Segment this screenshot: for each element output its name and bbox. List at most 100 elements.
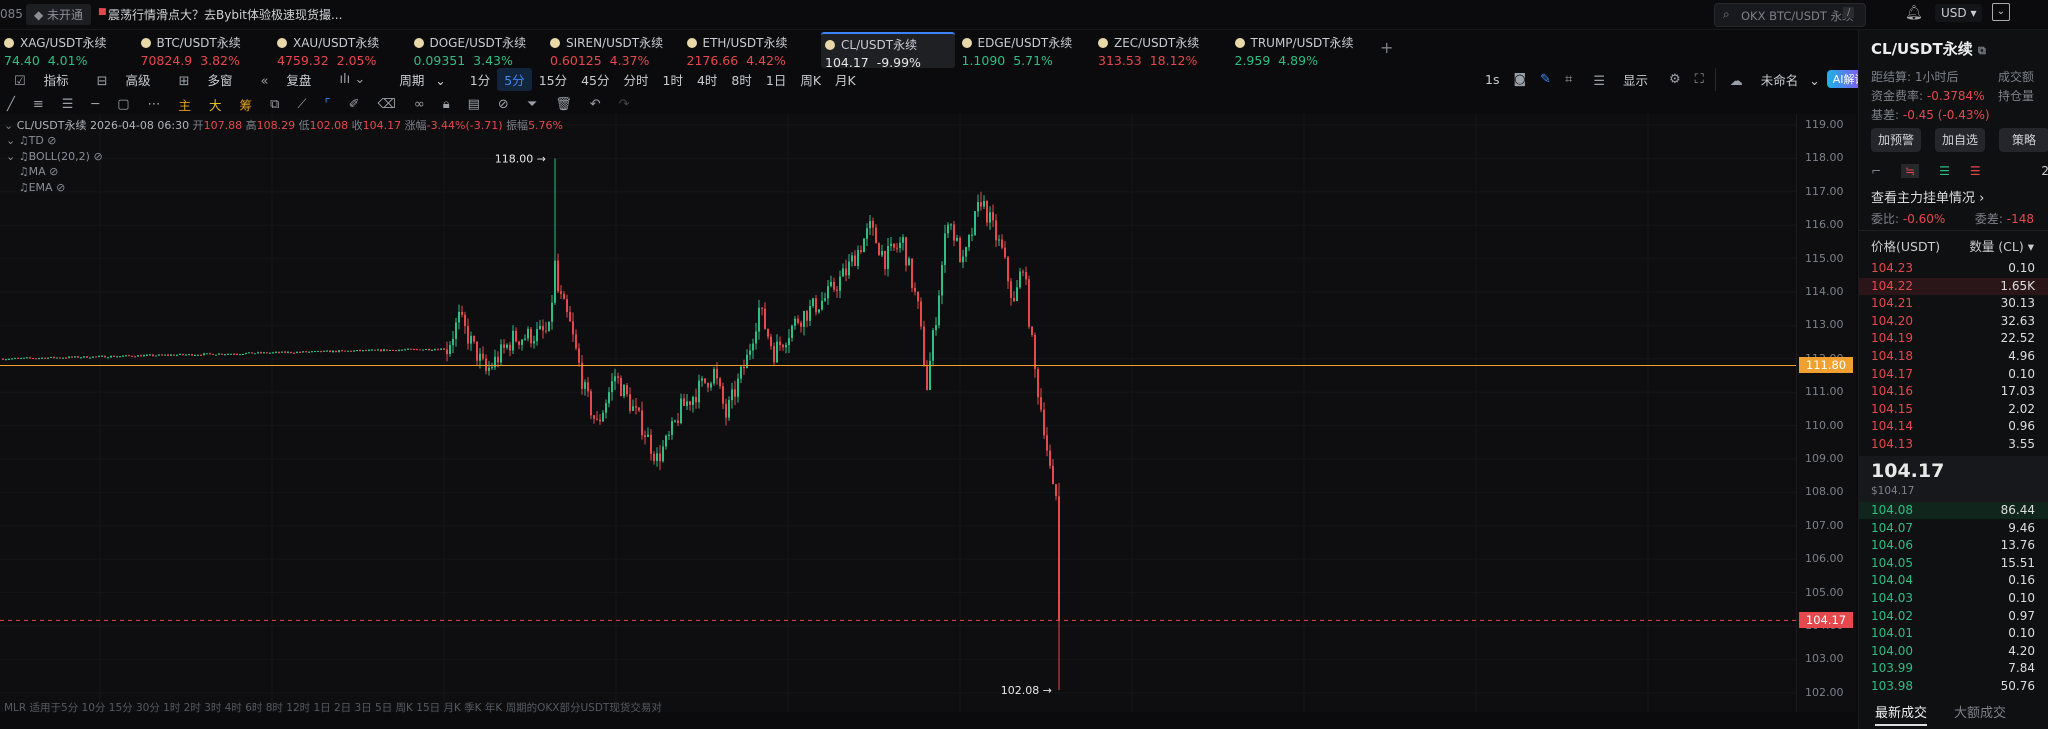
interval-3[interactable]: 45分: [574, 68, 616, 91]
currency-select[interactable]: USD ▾: [1935, 4, 1983, 22]
bid-row[interactable]: 104.04 0.16: [1859, 572, 2048, 589]
add-watchlist-button[interactable]: 加自选: [1935, 128, 1985, 152]
advanced-button[interactable]: ⊟ 高级: [83, 68, 165, 91]
indicator-legend[interactable]: ⌄ ♫MA ⊘: [6, 165, 59, 178]
ticker-tab[interactable]: TRUMP/USDT永续 2.959 4.89%: [1231, 32, 1358, 68]
bid-row[interactable]: 104.08 86.44: [1859, 502, 2048, 519]
layout-name-select[interactable]: ☁ 未命名 ⌄: [1714, 67, 1827, 91]
ask-row[interactable]: 104.16 17.03: [1859, 383, 2048, 400]
chart-type-button[interactable]: ılı ⌄: [325, 69, 379, 89]
chips-button[interactable]: 筹: [233, 93, 260, 116]
link-tool-icon[interactable]: ⊘: [491, 95, 516, 114]
magnet-tool-icon[interactable]: ∞: [407, 95, 432, 114]
bid-row[interactable]: 104.05 15.51: [1859, 555, 2048, 572]
line-tool-icon[interactable]: ╱: [0, 95, 22, 114]
book-both-icon[interactable]: ≒: [1901, 164, 1920, 178]
ticker-tab[interactable]: ZEC/USDT永续 313.53 18.12%: [1094, 32, 1203, 68]
bid-row[interactable]: 103.99 7.84: [1859, 660, 2048, 677]
fullscreen-icon[interactable]: ⛶: [1688, 70, 1711, 89]
ticker-tab[interactable]: BTC/USDT永续 70824.9 3.82%: [137, 32, 245, 68]
bid-row[interactable]: 104.06 13.76: [1859, 537, 2048, 554]
ticker-tab[interactable]: CL/USDT永续 104.17 -9.99%: [821, 32, 955, 70]
tab-large-trades[interactable]: 大额成交: [1954, 702, 2006, 721]
note-tool-icon[interactable]: ▤: [461, 95, 487, 114]
settings-icon[interactable]: ⚙: [1662, 70, 1688, 89]
search-input[interactable]: ⌕ OKX BTC/USDT 永续 /: [1714, 3, 1866, 27]
bell-icon[interactable]: 🔔︎: [1905, 5, 1923, 21]
hline-tool-icon[interactable]: ☰: [55, 95, 81, 114]
add-tab-button[interactable]: +: [1380, 38, 1393, 57]
alert-price-label[interactable]: 111.80: [1799, 357, 1853, 374]
last-price-label[interactable]: 104.17: [1799, 612, 1853, 629]
ticker-tab[interactable]: EDGE/USDT永续 1.1090 5.71%: [958, 32, 1077, 68]
news-link[interactable]: 震荡行情滑点大？去Bybit体验极速现货撮...: [108, 6, 342, 23]
ray-tool-icon[interactable]: ─: [84, 95, 106, 114]
layout-icon[interactable]: ⌗: [1558, 70, 1579, 89]
main-force-button[interactable]: 主: [172, 93, 199, 116]
bid-row[interactable]: 104.03 0.10: [1859, 590, 2048, 607]
pen-icon[interactable]: ✎: [1533, 70, 1558, 89]
eye-off-icon[interactable]: ⊘: [47, 134, 56, 147]
interval-2[interactable]: 15分: [532, 68, 574, 91]
cursor-tool-icon[interactable]: ⌜: [317, 95, 337, 114]
strategy-button[interactable]: 策略: [1999, 128, 2048, 152]
ask-row[interactable]: 104.22 1.65K: [1859, 277, 2048, 295]
replay-button[interactable]: « 复盘: [246, 68, 325, 91]
delete-tool-icon[interactable]: 🗑︎: [548, 95, 579, 114]
ask-row[interactable]: 104.23 0.10: [1859, 260, 2048, 277]
rect-tool-icon[interactable]: ▢: [110, 95, 136, 114]
col-qty-header[interactable]: 数量 (CL) ▾: [1969, 236, 2034, 255]
book-bids-icon[interactable]: ☰: [1939, 164, 1950, 178]
ask-row[interactable]: 104.13 3.55: [1859, 436, 2048, 453]
main-orders-link[interactable]: 查看主力挂单情况 ›: [1871, 187, 1984, 206]
ticker-tab[interactable]: XAG/USDT永续 74.40 4.01%: [0, 32, 111, 68]
tab-latest-trades[interactable]: 最新成交: [1875, 702, 1928, 726]
book-view-icon[interactable]: ⌐: [1871, 164, 1881, 178]
ask-row[interactable]: 104.15 2.02: [1859, 401, 2048, 418]
eye-off-icon[interactable]: ⊘: [49, 165, 58, 178]
ask-row[interactable]: 104.17 0.10: [1859, 366, 2048, 383]
undo-icon[interactable]: ↶: [583, 95, 608, 114]
ticker-tab[interactable]: ETH/USDT永续 2176.66 4.42%: [683, 32, 792, 68]
bid-row[interactable]: 104.02 0.97: [1859, 608, 2048, 625]
big-order-button[interactable]: 大: [202, 93, 229, 116]
interval-6[interactable]: 4时: [690, 68, 724, 91]
ask-row[interactable]: 104.14 0.96: [1859, 418, 2048, 435]
collapse-icon[interactable]: ⌄: [4, 119, 13, 132]
interval-0[interactable]: 1分: [463, 68, 497, 91]
ticker-tab[interactable]: XAU/USDT永续 4759.32 2.05%: [273, 32, 383, 68]
ask-row[interactable]: 104.18 4.96: [1859, 348, 2048, 365]
price-axis[interactable]: 119.00 118.00 117.00 116.00 115.00 114.00 113.…: [1796, 114, 1856, 712]
candlestick-chart[interactable]: 118.00 → 102.08 → ⌄ CL/USDT永续 2026-04-08 …: [0, 114, 1796, 714]
interval-9[interactable]: 周K: [793, 68, 828, 91]
ask-row[interactable]: 104.21 30.13: [1859, 295, 2048, 312]
indicators-button[interactable]: ☑ 指标: [0, 68, 83, 91]
copy-tool-icon[interactable]: ⧉: [263, 95, 286, 114]
ticker-tab[interactable]: DOGE/USDT永续 0.09351 3.43%: [410, 32, 531, 68]
book-asks-icon[interactable]: ☰: [1970, 164, 1981, 178]
indicator-legend[interactable]: ⌄ ♫BOLL(20,2) ⊘: [6, 150, 103, 163]
interval-7[interactable]: 8时: [724, 68, 758, 91]
lock-tool-icon[interactable]: 🔒︎: [436, 95, 457, 114]
camera-icon[interactable]: ◙: [1506, 70, 1533, 89]
period-select[interactable]: 周期 ⌄: [385, 68, 452, 91]
interval-1[interactable]: 5分: [497, 67, 532, 91]
eye-off-icon[interactable]: ⊘: [56, 181, 65, 194]
collapse-icon[interactable]: ⌄: [6, 134, 15, 147]
ticker-tab[interactable]: SIREN/USDT永续 0.60125 4.37%: [546, 32, 667, 68]
status-badge[interactable]: ◆ 未开通: [26, 4, 92, 25]
ask-row[interactable]: 104.20 32.63: [1859, 313, 2048, 330]
more-tools-icon[interactable]: ⋯: [141, 95, 168, 114]
indicator-legend[interactable]: ⌄ ♫TD ⊘: [6, 134, 57, 147]
indicator-legend[interactable]: ⌄ ♫EMA ⊘: [6, 181, 66, 194]
bid-row[interactable]: 104.01 0.10: [1859, 625, 2048, 642]
ask-row[interactable]: 104.19 22.52: [1859, 330, 2048, 347]
bid-row[interactable]: 104.00 4.20: [1859, 643, 2048, 660]
depth-step[interactable]: 2: [2041, 164, 2048, 178]
interval-5[interactable]: 1时: [656, 68, 690, 91]
collapse-icon[interactable]: ⌄: [6, 150, 15, 163]
filter-tool-icon[interactable]: ⏷: [520, 95, 544, 114]
bid-row[interactable]: 104.07 9.46: [1859, 520, 2048, 537]
bid-row[interactable]: 103.98 50.76: [1859, 678, 2048, 695]
eye-off-icon[interactable]: ⊘: [93, 150, 102, 163]
